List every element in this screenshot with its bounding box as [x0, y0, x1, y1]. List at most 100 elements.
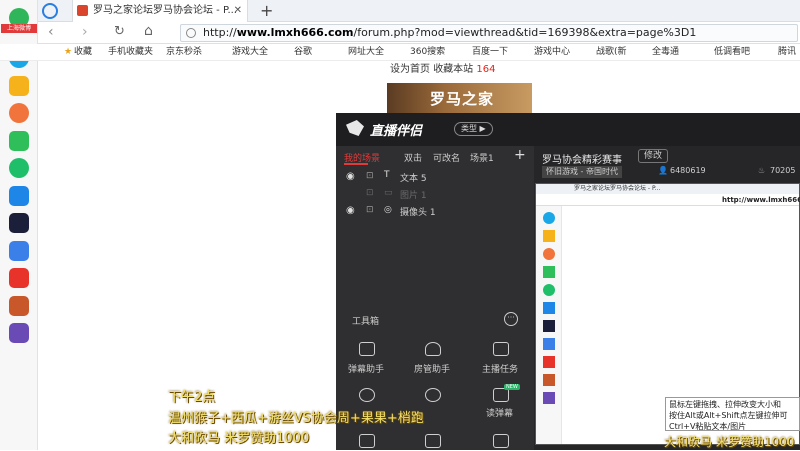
back-arrow-icon[interactable]: ‹ — [48, 24, 54, 40]
room-admin-icon[interactable] — [425, 342, 441, 356]
source-item-camera1[interactable]: 摄像头 1 — [400, 205, 436, 218]
visibility-eye-icon[interactable]: ◉ — [346, 205, 355, 216]
banner-title: 罗马之家 — [430, 90, 495, 108]
caption-sponsor-preview: 大和砍马 米罗赞助1000 — [664, 435, 795, 449]
preview-tabstrip: 罗马之家论坛罗马协会论坛 - P... — [536, 184, 799, 194]
tool-danmaku-helper[interactable]: 弹幕助手 — [348, 362, 384, 375]
sidebar-top-label: 上海微博 — [1, 24, 37, 33]
new-tab-button[interactable]: + — [260, 0, 273, 22]
preview-app-icon — [543, 302, 555, 314]
bookmark-item[interactable]: 全毒通 — [652, 44, 679, 60]
preview-app-icon — [543, 338, 555, 350]
tab-strip: 罗马之家论坛罗马协会论坛 - P... ✕ + — [38, 0, 800, 22]
reload-icon[interactable]: ↻ — [114, 24, 125, 39]
edit-button[interactable]: 修改 — [638, 149, 669, 163]
page-info-icon[interactable] — [186, 28, 196, 38]
lock-icon[interactable]: ⊡ — [366, 205, 374, 215]
tool-room-admin[interactable]: 房管助手 — [414, 362, 450, 375]
doc-icon[interactable] — [9, 241, 29, 261]
tool-icon-8[interactable] — [425, 434, 441, 448]
tool-icon-7[interactable] — [359, 434, 375, 448]
bookmark-item[interactable]: 百度一下 — [472, 44, 508, 60]
weibo-icon[interactable] — [9, 103, 29, 123]
image-source-icon: ▭ — [384, 188, 393, 198]
mail-icon[interactable] — [9, 131, 29, 151]
tab-rename[interactable]: 可改名 — [433, 151, 460, 164]
navigate-compass-icon[interactable] — [42, 3, 58, 19]
tool-streamer-task[interactable]: 主播任务 — [482, 362, 518, 375]
danmaku-helper-icon[interactable] — [359, 342, 375, 356]
preview-app-icon — [543, 374, 555, 386]
visibility-eye-icon[interactable]: ◉ — [346, 171, 355, 182]
address-bar[interactable]: http://www.lmxh666.com/forum.php?mod=vie… — [180, 24, 798, 42]
bookmark-item[interactable]: 游戏大全 — [232, 44, 268, 60]
bookmark-item[interactable]: 游戏中心 — [534, 44, 570, 60]
forward-arrow-icon[interactable]: › — [82, 24, 88, 40]
set-home-link[interactable]: 设为首页 — [390, 64, 430, 75]
bookmark-item[interactable]: 收藏 — [74, 44, 92, 60]
brand-logo-icon — [346, 120, 364, 136]
text-source-icon: T — [384, 170, 390, 180]
game-icon-1[interactable] — [9, 296, 29, 316]
add-scene-button[interactable]: + — [514, 147, 526, 163]
bookmark-item[interactable]: 谷歌 — [294, 44, 312, 60]
bookmark-item[interactable]: 战歌(新 — [596, 44, 627, 60]
bookmark-star-icon: ★ — [64, 47, 73, 57]
bookmark-item[interactable]: 低调看吧 — [714, 44, 750, 60]
bookmark-item[interactable]: 腾讯 — [778, 44, 796, 60]
source-item-image1[interactable]: 图片 1 — [400, 188, 427, 201]
preview-navbar: http://www.lmxh666.com — [536, 194, 800, 206]
page-top-links: 设为首页 收藏本站 164 — [390, 63, 495, 77]
preview-app-icon — [543, 284, 555, 296]
source-item-text5[interactable]: 文本 5 — [400, 171, 427, 184]
tool-icon-4[interactable] — [359, 388, 375, 402]
download-icon[interactable] — [425, 388, 441, 402]
scene-panel: 我的场景 双击 可改名 场景1 + ◉ ⊡ T 文本 5 ⊡ ▭ 图片 1 ◉ … — [336, 146, 534, 450]
close-tab-icon[interactable]: ✕ — [234, 0, 242, 22]
navigation-bar: ‹ › ↻ ⌂ http://www.lmxh666.com/forum.php… — [38, 22, 800, 44]
bookmark-site-link[interactable]: 收藏本站 — [433, 64, 473, 75]
caption-time: 下午2点 — [168, 390, 216, 405]
tool-icon-9[interactable] — [493, 434, 509, 448]
cloud-icon[interactable] — [9, 158, 29, 178]
caption-match: 温州猴子+西瓜+游丝VS协会周+果果+梢跑 — [168, 411, 424, 426]
bookmark-item[interactable]: 360搜索 — [410, 44, 445, 60]
preview-sidebar — [536, 206, 562, 444]
hint-tooltip: 鼠标左键拖拽、拉伸改变大小和 按住Alt或Alt+Shift点左键拉伸可 Ctr… — [665, 397, 800, 431]
tool-read-danmaku[interactable]: 读弹幕 — [486, 406, 513, 419]
bookmark-item[interactable]: 手机收藏夹 — [108, 44, 153, 60]
hot-count: 70205 — [770, 166, 796, 175]
app-dark-icon[interactable] — [9, 213, 29, 233]
mode-button[interactable]: 类型 ▶ — [454, 122, 493, 136]
home-icon[interactable]: ⌂ — [144, 23, 153, 39]
preview-app-icon — [543, 266, 555, 278]
stream-title: 罗马协会精彩赛事 — [542, 155, 622, 166]
app-red-icon[interactable] — [9, 268, 29, 288]
preview-app-icon — [543, 230, 555, 242]
tab-double-click[interactable]: 双击 — [404, 151, 422, 164]
tab-title: 罗马之家论坛罗马协会论坛 - P... — [93, 5, 237, 16]
lock-icon[interactable]: ⊡ — [366, 188, 374, 198]
game-icon-2[interactable] — [9, 323, 29, 343]
preview-tab-title: 罗马之家论坛罗马协会论坛 - P... — [574, 185, 661, 192]
bookmark-item[interactable]: 网址大全 — [348, 44, 384, 60]
tooltip-line: 按住Alt或Alt+Shift点左键拉伸可 — [669, 411, 788, 420]
app-ip-icon[interactable] — [9, 186, 29, 206]
preview-app-icon — [543, 356, 555, 368]
bookmark-item[interactable]: 京东秒杀 — [166, 44, 202, 60]
more-options-icon[interactable]: ··· — [504, 312, 518, 326]
streamer-task-icon[interactable] — [493, 342, 509, 356]
preview-url: http://www.lmxh666.com — [722, 196, 800, 204]
favorites-star-icon[interactable] — [9, 76, 29, 96]
room-id: 6480619 — [670, 166, 706, 175]
game-tag[interactable]: 怀旧游戏 - 帝国时代 — [542, 166, 622, 178]
read-danmaku-icon[interactable] — [493, 388, 509, 402]
tab-scene-1[interactable]: 场景1 — [470, 151, 494, 164]
preview-app-icon — [543, 320, 555, 332]
preview-app-icon — [543, 212, 555, 224]
caption-sponsor: 大和砍马 米罗赞助1000 — [168, 431, 310, 446]
lock-icon[interactable]: ⊡ — [366, 171, 374, 181]
viewer-icon: 👤 — [658, 166, 668, 175]
tab-active[interactable]: 罗马之家论坛罗马协会论坛 - P... ✕ — [72, 0, 248, 22]
app-sidebar: 上海微博 — [0, 0, 38, 450]
